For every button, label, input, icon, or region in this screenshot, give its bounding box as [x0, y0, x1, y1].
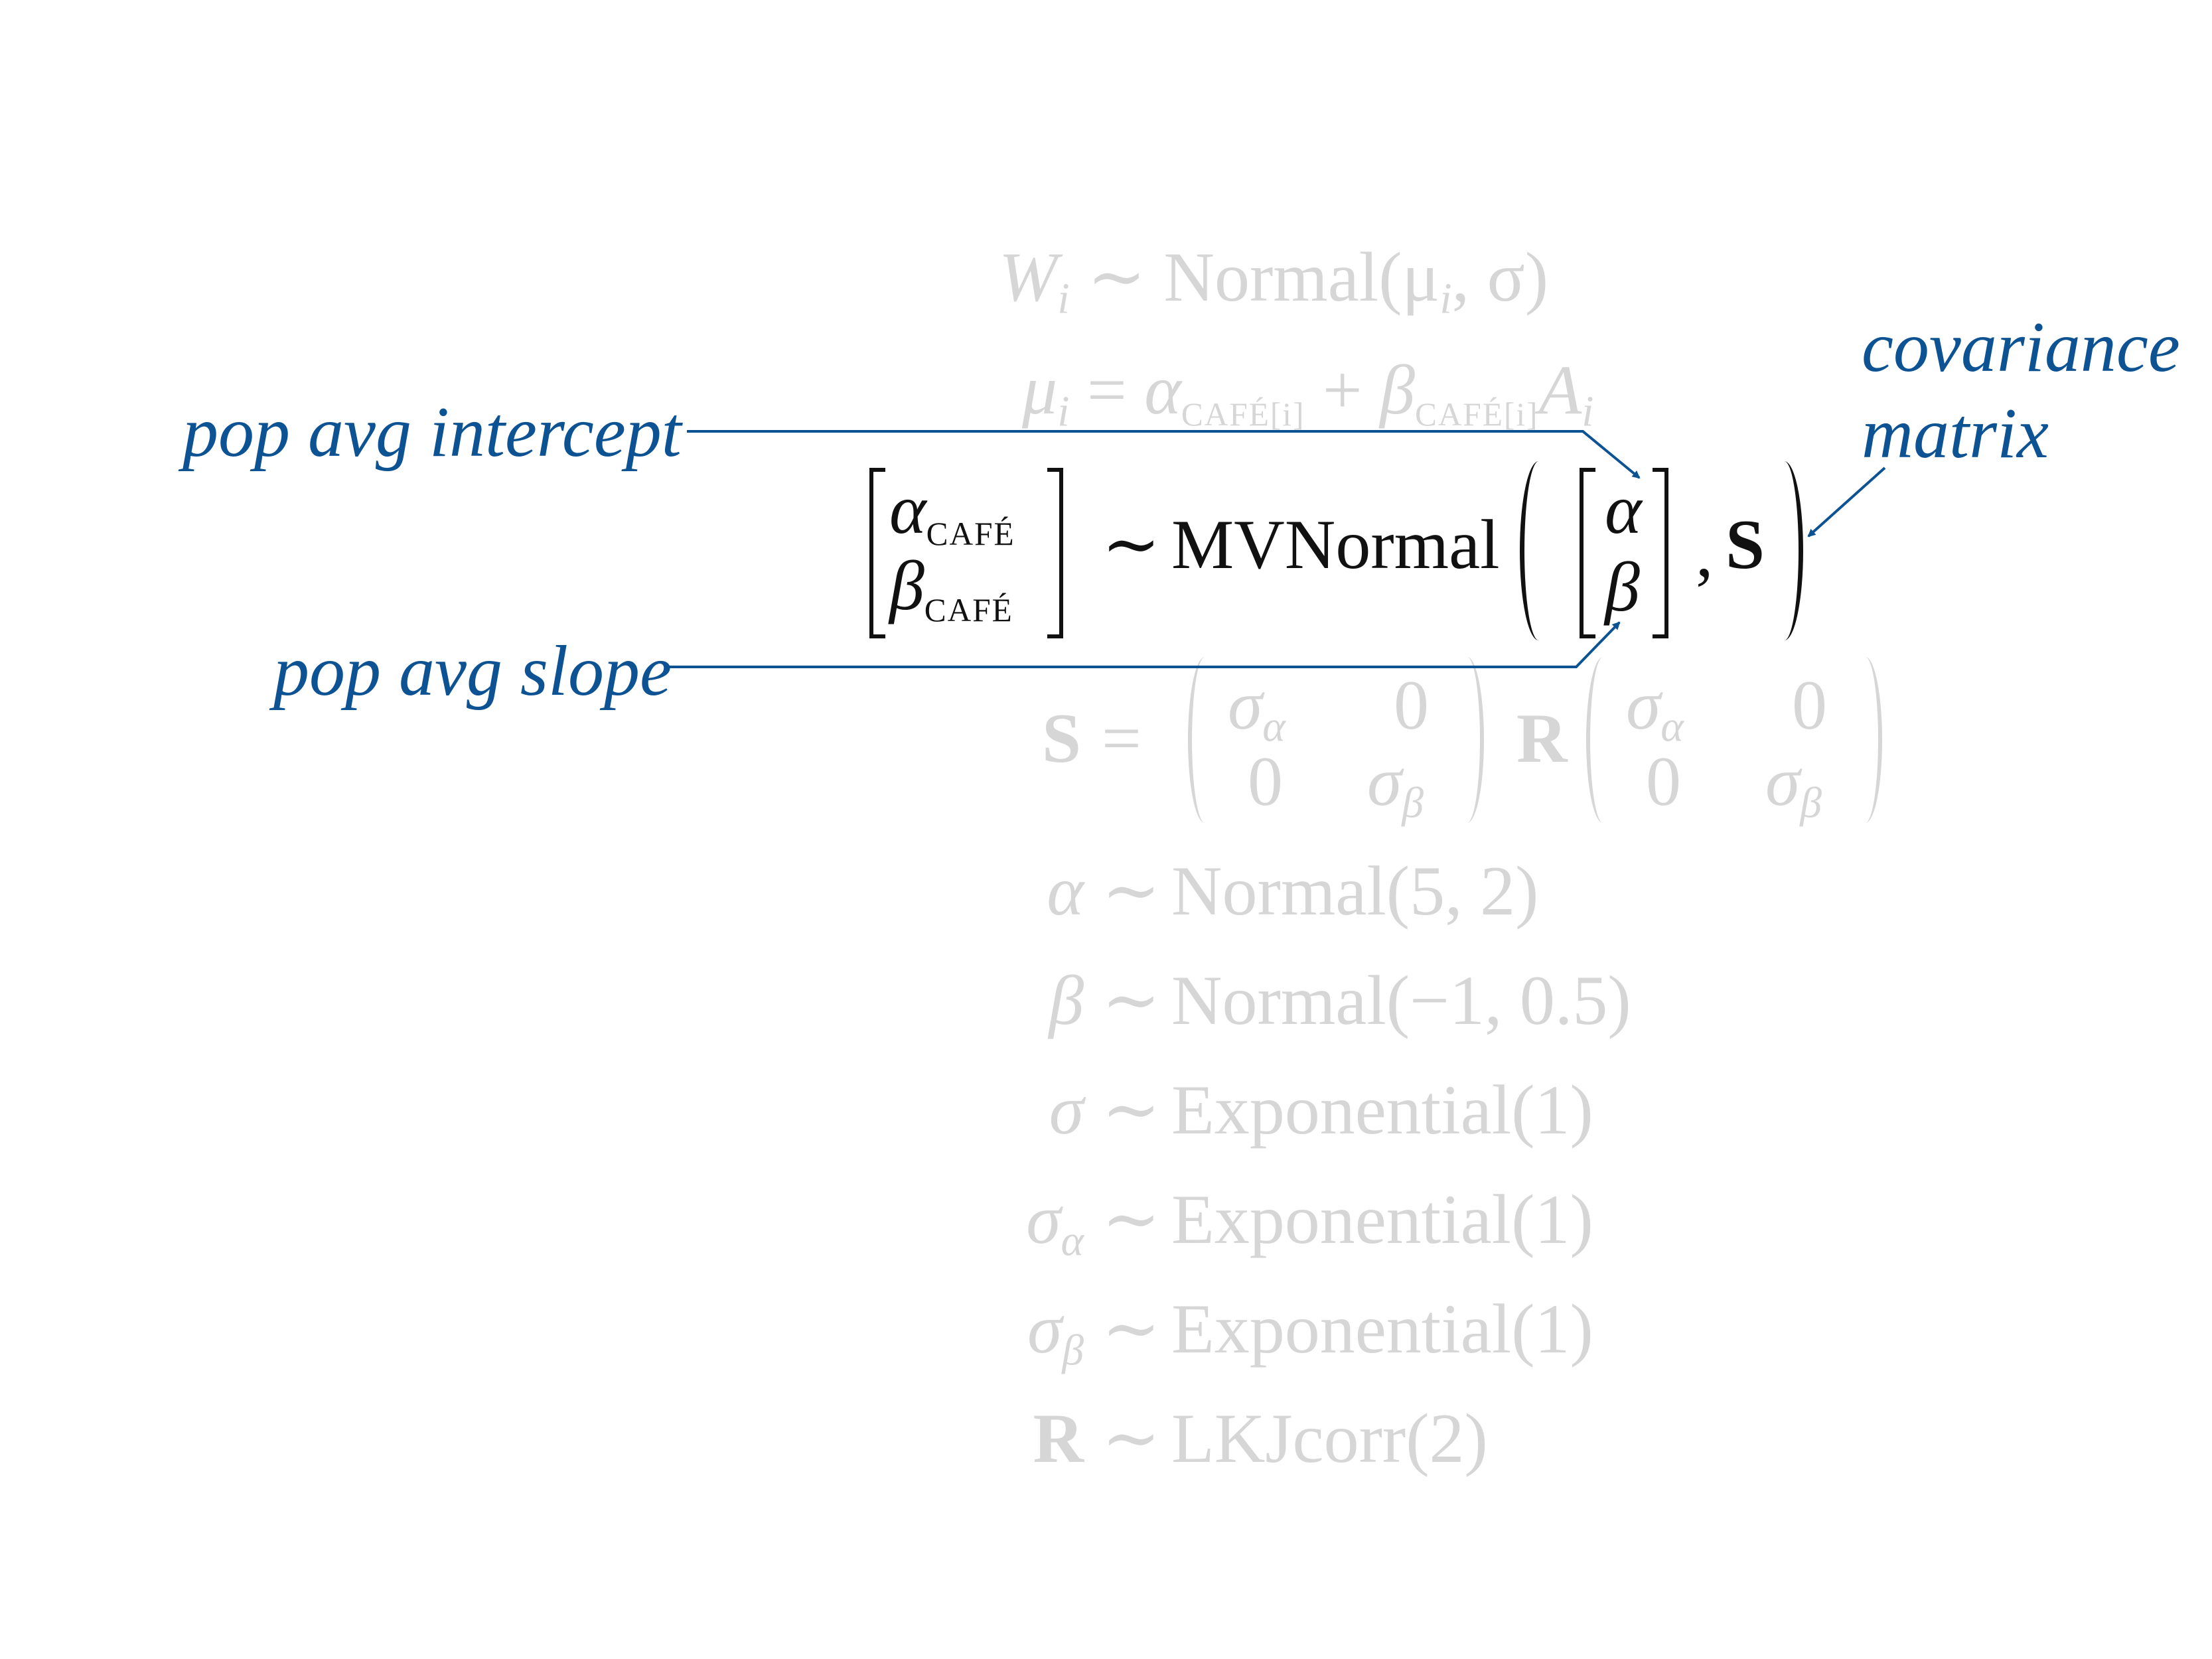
arrow-intercept	[687, 430, 1641, 479]
slide: Wi ∼ Normal(μi, σ) μi = αCAFÉ[i] + βCAFÉ…	[0, 0, 2212, 1659]
annotation-arrows	[667, 430, 1886, 668]
arrow-covariance	[1807, 467, 1886, 538]
arrow-slope	[667, 621, 1621, 668]
